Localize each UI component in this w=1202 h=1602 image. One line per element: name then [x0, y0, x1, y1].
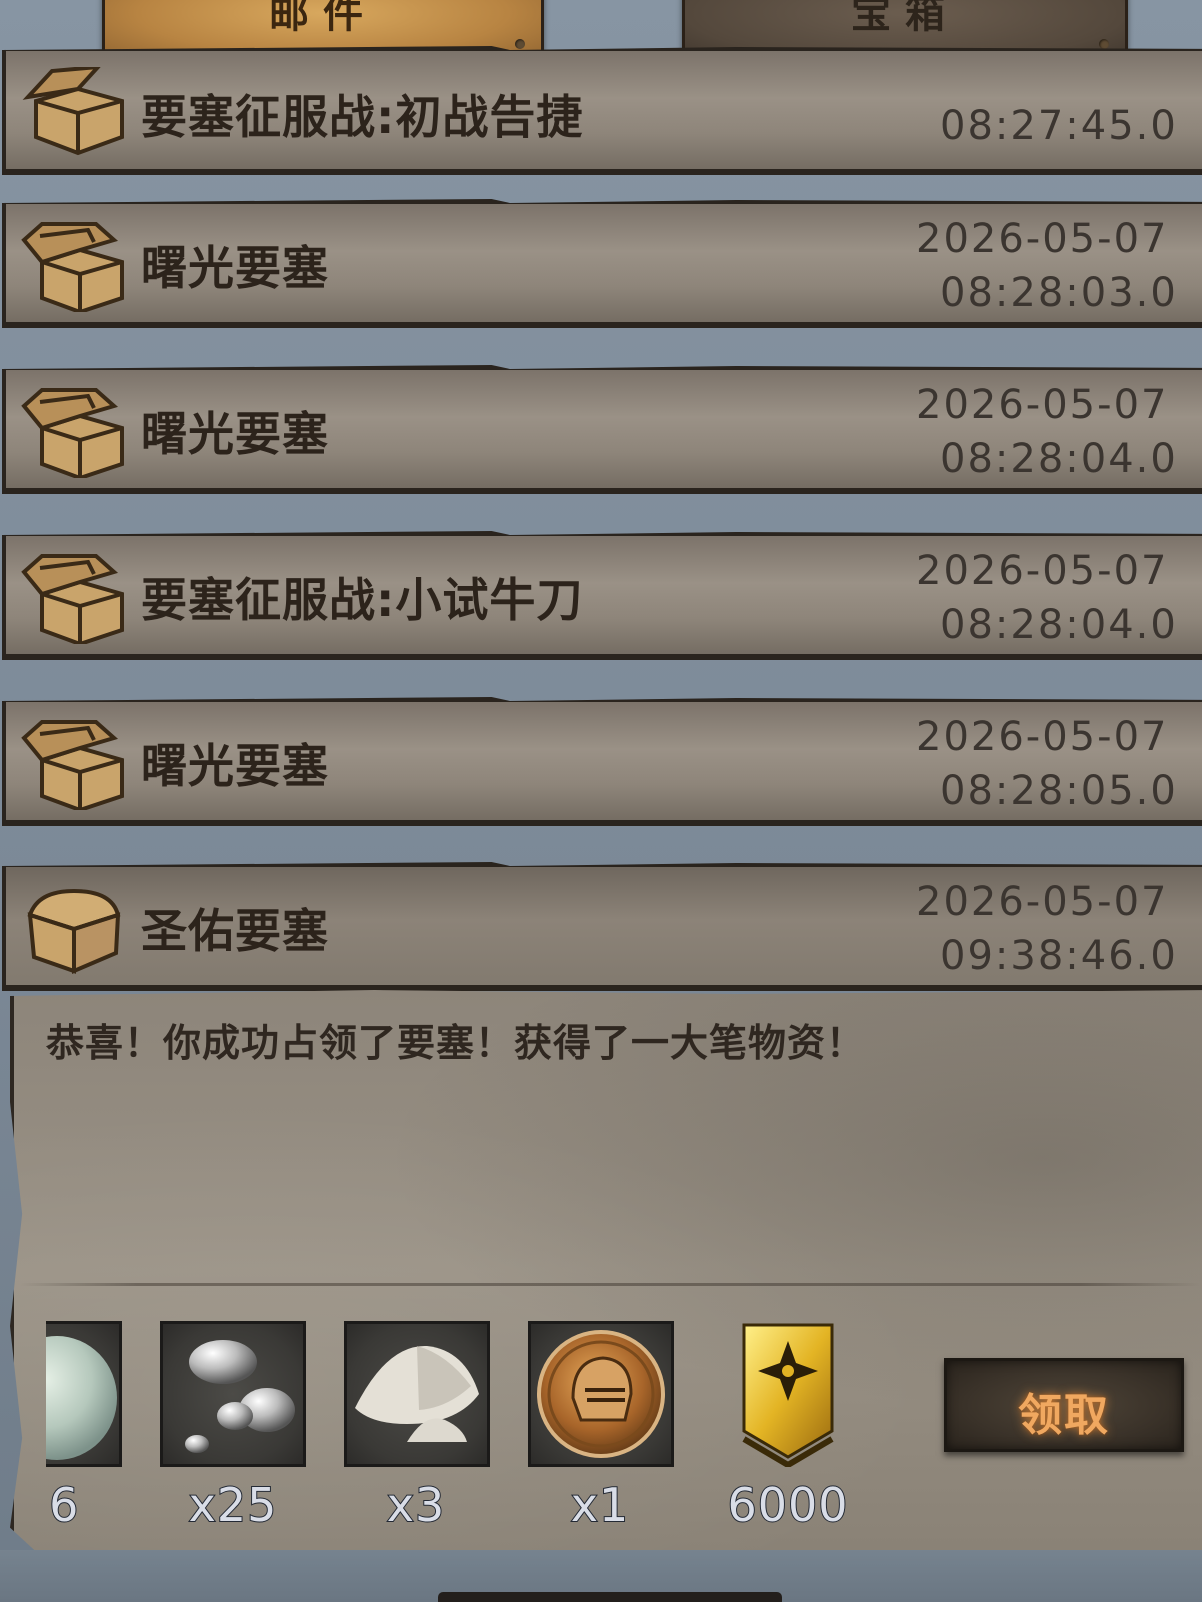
mail-date: 2026-05-07	[916, 714, 1169, 760]
mail-date: 2026-05-07	[916, 548, 1169, 594]
mail-time: 08:27:45.0	[940, 103, 1178, 149]
reward-item[interactable]	[160, 1321, 306, 1467]
mail-row-selected[interactable]: 圣佑要塞 2026-05-07 09:38:46.0	[2, 862, 1202, 991]
mail-row[interactable]: 曙光要塞 2026-05-07 08:28:03.0	[2, 199, 1202, 328]
mail-time: 09:38:46.0	[940, 933, 1178, 979]
mail-title: 要塞征服战:初战告捷	[141, 90, 584, 144]
mail-date: 2026-05-07	[916, 879, 1169, 925]
mail-title: 要塞征服战:小试牛刀	[141, 573, 584, 627]
mail-title: 曙光要塞	[141, 739, 329, 793]
tab-mail-label: 邮件	[269, 0, 377, 37]
tab-chest-label: 宝箱	[851, 0, 959, 37]
reward-item[interactable]	[528, 1321, 674, 1467]
mail-time: 08:28:05.0	[940, 768, 1178, 814]
reward-quantity: 6000	[726, 1477, 849, 1530]
mail-row[interactable]: 要塞征服战:初战告捷 08:27:45.0	[2, 46, 1202, 175]
mail-row[interactable]: 曙光要塞 2026-05-07 08:28:04.0	[2, 365, 1202, 494]
mail-time: 08:28:04.0	[940, 602, 1178, 648]
reward-item[interactable]	[344, 1321, 490, 1467]
rivet-decoration	[515, 39, 525, 49]
crystal-orb-icon	[46, 1336, 117, 1460]
reward-quantity: x25	[188, 1477, 278, 1530]
mail-time: 08:28:04.0	[940, 436, 1178, 482]
open-chest-icon	[21, 720, 124, 810]
open-chest-icon	[21, 388, 124, 478]
silver-pebbles-icon	[185, 1340, 295, 1453]
bottom-handle[interactable]	[438, 1592, 782, 1602]
mail-date: 2026-05-07	[916, 216, 1169, 262]
mail-row[interactable]: 曙光要塞 2026-05-07 08:28:05.0	[2, 697, 1202, 826]
reward-item[interactable]	[46, 1321, 122, 1467]
salt-pile-icon	[355, 1345, 479, 1442]
mail-title: 曙光要塞	[141, 407, 329, 461]
rivet-decoration	[1099, 39, 1109, 49]
reward-quantity: x1	[570, 1477, 630, 1530]
reward-quantity: x3	[386, 1477, 446, 1530]
divider	[20, 1283, 1200, 1286]
mail-time: 08:28:03.0	[940, 270, 1178, 316]
mail-row[interactable]: 要塞征服战:小试牛刀 2026-05-07 08:28:04.0	[2, 531, 1202, 660]
reward-item[interactable]	[740, 1321, 836, 1467]
mail-screen: 邮件 宝箱 要塞征服战:初战告捷 08:27:45.0 曙光要塞 2026-05…	[0, 0, 1202, 1602]
claim-button[interactable]: 领取	[944, 1358, 1184, 1452]
mail-title: 曙光要塞	[141, 241, 329, 295]
mail-title: 圣佑要塞	[141, 904, 329, 958]
open-chest-icon	[22, 67, 124, 156]
open-chest-icon	[21, 554, 124, 644]
closed-chest-icon	[27, 888, 121, 975]
gold-cross-banner-icon	[742, 1323, 834, 1467]
knight-helmet-medal-icon	[537, 1330, 665, 1458]
mail-message: 恭喜！你成功占领了要塞！获得了一大笔物资！	[46, 1021, 866, 1065]
open-chest-icon	[21, 222, 124, 312]
mail-date: 2026-05-07	[916, 382, 1169, 428]
reward-quantity: :6	[46, 1477, 80, 1530]
claim-button-label: 领取	[1018, 1390, 1110, 1441]
